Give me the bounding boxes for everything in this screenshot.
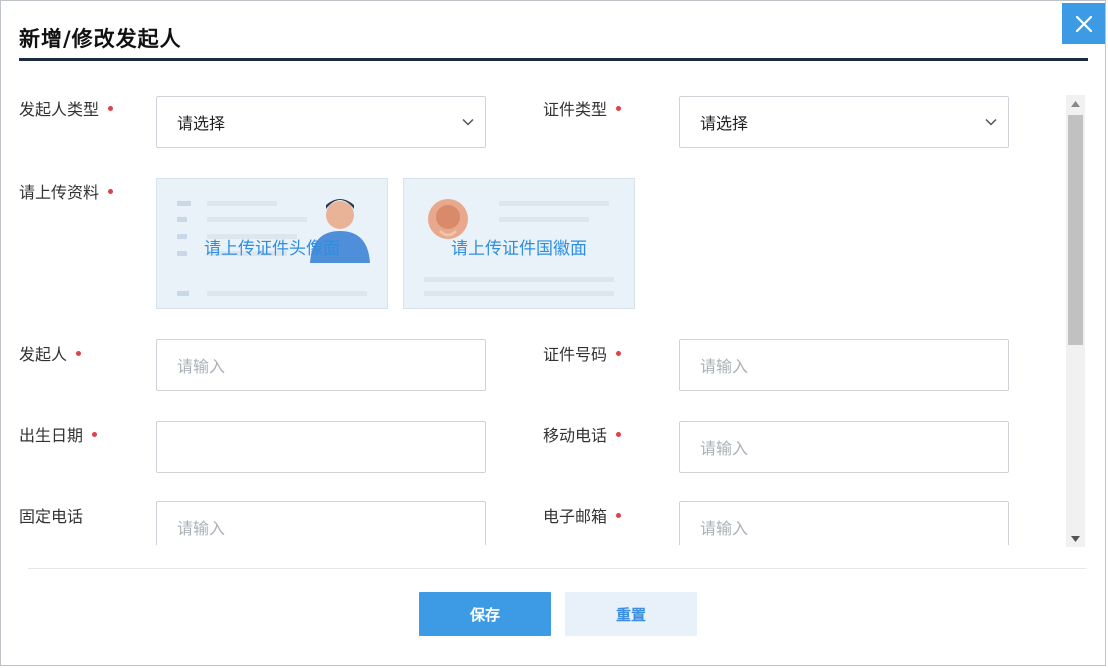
- id-number-input[interactable]: 请输入: [679, 339, 1009, 391]
- upload-front-caption: 请上传证件头像面: [204, 239, 340, 259]
- landline-input[interactable]: 请输入: [156, 501, 486, 545]
- dialog-title: 新增/修改发起人: [19, 27, 182, 51]
- id-type-select[interactable]: 请选择: [679, 96, 1009, 148]
- required-dot: [616, 106, 622, 111]
- form-scrollbar[interactable]: [1066, 95, 1085, 547]
- upload-back-caption: 请上传证件国徽面: [451, 239, 587, 259]
- close-button[interactable]: [1062, 3, 1105, 44]
- title-divider: [19, 58, 1088, 61]
- save-button[interactable]: 保存: [419, 592, 551, 636]
- upload-id-front[interactable]: 请上传证件头像面: [156, 178, 388, 309]
- reset-button[interactable]: 重置: [565, 592, 697, 636]
- email-label: 电子邮箱: [543, 503, 622, 527]
- scroll-thumb[interactable]: [1068, 115, 1083, 345]
- mobile-input[interactable]: 请输入: [679, 421, 1009, 473]
- landline-label: 固定电话: [19, 503, 83, 527]
- id-number-placeholder: 请输入: [700, 357, 749, 376]
- initiator-label: 发起人: [19, 341, 82, 365]
- required-dot: [108, 106, 114, 111]
- email-label-text: 电子邮箱: [543, 507, 608, 526]
- landline-label-text: 固定电话: [19, 507, 84, 526]
- initiator-type-label: 发起人类型: [19, 96, 114, 120]
- mobile-label-text: 移动电话: [543, 426, 608, 445]
- email-input[interactable]: 请输入: [679, 501, 1009, 545]
- id-type-label-text: 证件类型: [543, 100, 608, 119]
- id-type-value: 请选择: [700, 114, 749, 133]
- upload-id-back[interactable]: 请上传证件国徽面: [403, 178, 635, 309]
- required-dot: [616, 351, 622, 356]
- initiator-input[interactable]: 请输入: [156, 339, 486, 391]
- birth-date-label: 出生日期: [19, 422, 98, 446]
- initiator-type-label-text: 发起人类型: [19, 100, 100, 119]
- required-dot: [616, 513, 622, 518]
- mobile-placeholder: 请输入: [700, 439, 749, 458]
- chevron-down-icon: [462, 118, 474, 126]
- id-number-label: 证件号码: [543, 341, 622, 365]
- form-scroll-area: 发起人类型 请选择 证件类型 请选择 请上传资料 请上传证件头像面 请上传证件国…: [0, 62, 1066, 545]
- required-dot: [616, 432, 622, 437]
- initiator-label-text: 发起人: [19, 345, 68, 364]
- scroll-down-arrow[interactable]: [1066, 530, 1085, 547]
- required-dot: [108, 189, 114, 194]
- birth-date-label-text: 出生日期: [19, 426, 84, 445]
- close-icon: [1075, 15, 1092, 32]
- initiator-type-select[interactable]: 请选择: [156, 96, 486, 148]
- caret-up-icon: [1071, 100, 1080, 107]
- caret-down-icon: [1071, 535, 1080, 542]
- upload-label-text: 请上传资料: [19, 183, 100, 202]
- required-dot: [76, 351, 82, 356]
- id-number-label-text: 证件号码: [543, 345, 608, 364]
- mobile-label: 移动电话: [543, 422, 622, 446]
- footer-divider: [28, 568, 1086, 569]
- initiator-type-value: 请选择: [177, 114, 226, 133]
- required-dot: [92, 432, 98, 437]
- email-placeholder: 请输入: [700, 519, 749, 538]
- id-type-label: 证件类型: [543, 96, 622, 120]
- upload-label: 请上传资料: [19, 179, 114, 203]
- landline-placeholder: 请输入: [177, 519, 226, 538]
- chevron-down-icon: [985, 118, 997, 126]
- scroll-up-arrow[interactable]: [1066, 95, 1085, 112]
- birth-date-input[interactable]: [156, 421, 486, 473]
- initiator-placeholder: 请输入: [177, 357, 226, 376]
